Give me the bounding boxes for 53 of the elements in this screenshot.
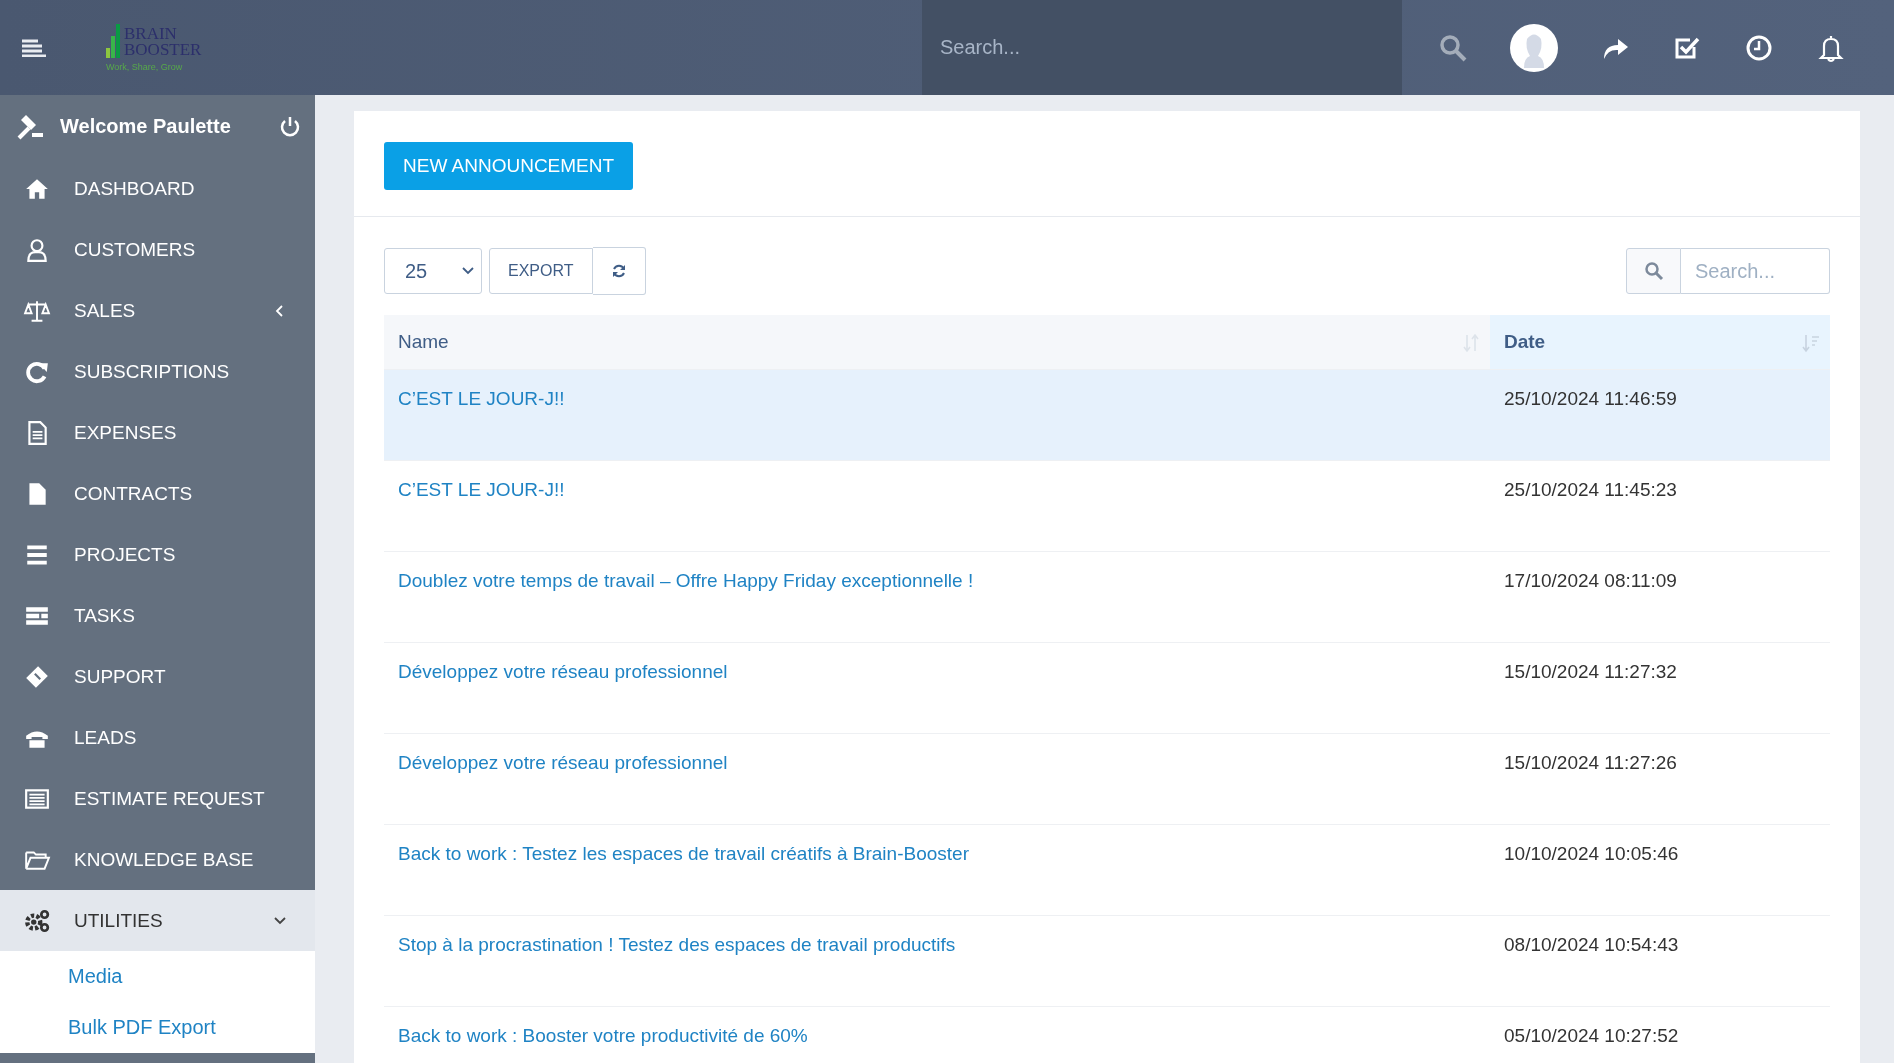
avatar-icon[interactable] [1510, 23, 1558, 72]
sidebar-item[interactable]: SUPPORT [0, 646, 315, 707]
sidebar-item[interactable]: UTILITIES [0, 890, 315, 951]
page-size-select[interactable]: 25 [384, 248, 482, 294]
sidebar-item[interactable]: CONTRACTS [0, 463, 315, 524]
refresh-icon [610, 263, 627, 279]
table-cell: 08/10/2024 10:54:43 [1490, 915, 1830, 1007]
sidebar-item[interactable]: CUSTOMERS [0, 219, 315, 280]
column-header[interactable]: Date [1490, 315, 1830, 370]
sidebar-item[interactable]: SALES [0, 280, 315, 341]
announcement-link[interactable]: Développez votre réseau professionnel [398, 661, 728, 682]
table-search-field[interactable]: Search... [1681, 248, 1830, 294]
logo-tagline: Work, Share, Grow [106, 61, 183, 72]
table-cell: 25/10/2024 11:46:59 [1490, 369, 1830, 461]
submenu-link[interactable]: Media [0, 951, 315, 1002]
announcement-link[interactable]: C’EST LE JOUR-J!! [398, 479, 565, 500]
search-field[interactable]: Search... [922, 0, 1402, 95]
search-icon [1643, 261, 1664, 281]
search-icon[interactable] [1438, 32, 1468, 63]
announcement-link[interactable]: Back to work : Testez les espaces de travail créatifs à Brain-Booster [398, 843, 969, 864]
gavel-icon [16, 112, 44, 141]
welcome-text: Welcome Paulette [60, 115, 232, 138]
sidebar-item[interactable]: EXPENSES [0, 402, 315, 463]
gears-icon [22, 907, 52, 934]
sidebar-item[interactable]: TASKS [0, 585, 315, 646]
announcement-link[interactable]: Doublez votre temps de travail – Offre Happy Friday exceptionnelle ! [398, 570, 974, 591]
search-button[interactable] [1626, 248, 1681, 294]
sort-icon [1462, 333, 1480, 353]
sidebar-item[interactable]: SUBSCRIPTIONS [0, 341, 315, 402]
sort-icon [1802, 333, 1820, 353]
table-cell: 25/10/2024 11:45:23 [1490, 460, 1830, 552]
refresh-button[interactable] [592, 247, 646, 295]
announcement-link[interactable]: Stop à la procrastination ! Testez des espaces de travail productifs [398, 934, 956, 955]
sidebar-item[interactable]: LEADS [0, 707, 315, 768]
table-cell: 17/10/2024 08:11:09 [1490, 551, 1830, 643]
table-cell: 15/10/2024 11:27:32 [1490, 642, 1830, 734]
power-icon[interactable] [279, 115, 301, 138]
sidebar-item[interactable]: DASHBOARD [0, 158, 315, 219]
column-header[interactable]: Name [384, 315, 1490, 370]
sidebar-item[interactable]: ESTIMATE REQUEST [0, 768, 315, 829]
submenu-link[interactable]: Bulk PDF Export [0, 1002, 315, 1053]
sidebar-item[interactable]: PROJECTS [0, 524, 315, 585]
bar-chart-logo-icon [106, 23, 122, 58]
new-announcement-button[interactable]: NEW ANNOUNCEMENT [384, 142, 634, 190]
table-cell: 05/10/2024 10:27:52 [1490, 1006, 1830, 1063]
menu-icon[interactable] [22, 38, 46, 57]
sidebar-item[interactable]: KNOWLEDGE BASE [0, 829, 315, 890]
export-button[interactable]: EXPORT [489, 248, 593, 294]
table-cell: 15/10/2024 11:27:26 [1490, 733, 1830, 825]
announcement-link[interactable]: Back to work : Booster votre productivité de 60% [398, 1025, 808, 1046]
announcement-link[interactable]: Développez votre réseau professionnel [398, 752, 728, 773]
announcement-link[interactable]: C’EST LE JOUR-J!! [398, 388, 565, 409]
table-cell: 10/10/2024 10:05:46 [1490, 824, 1830, 916]
